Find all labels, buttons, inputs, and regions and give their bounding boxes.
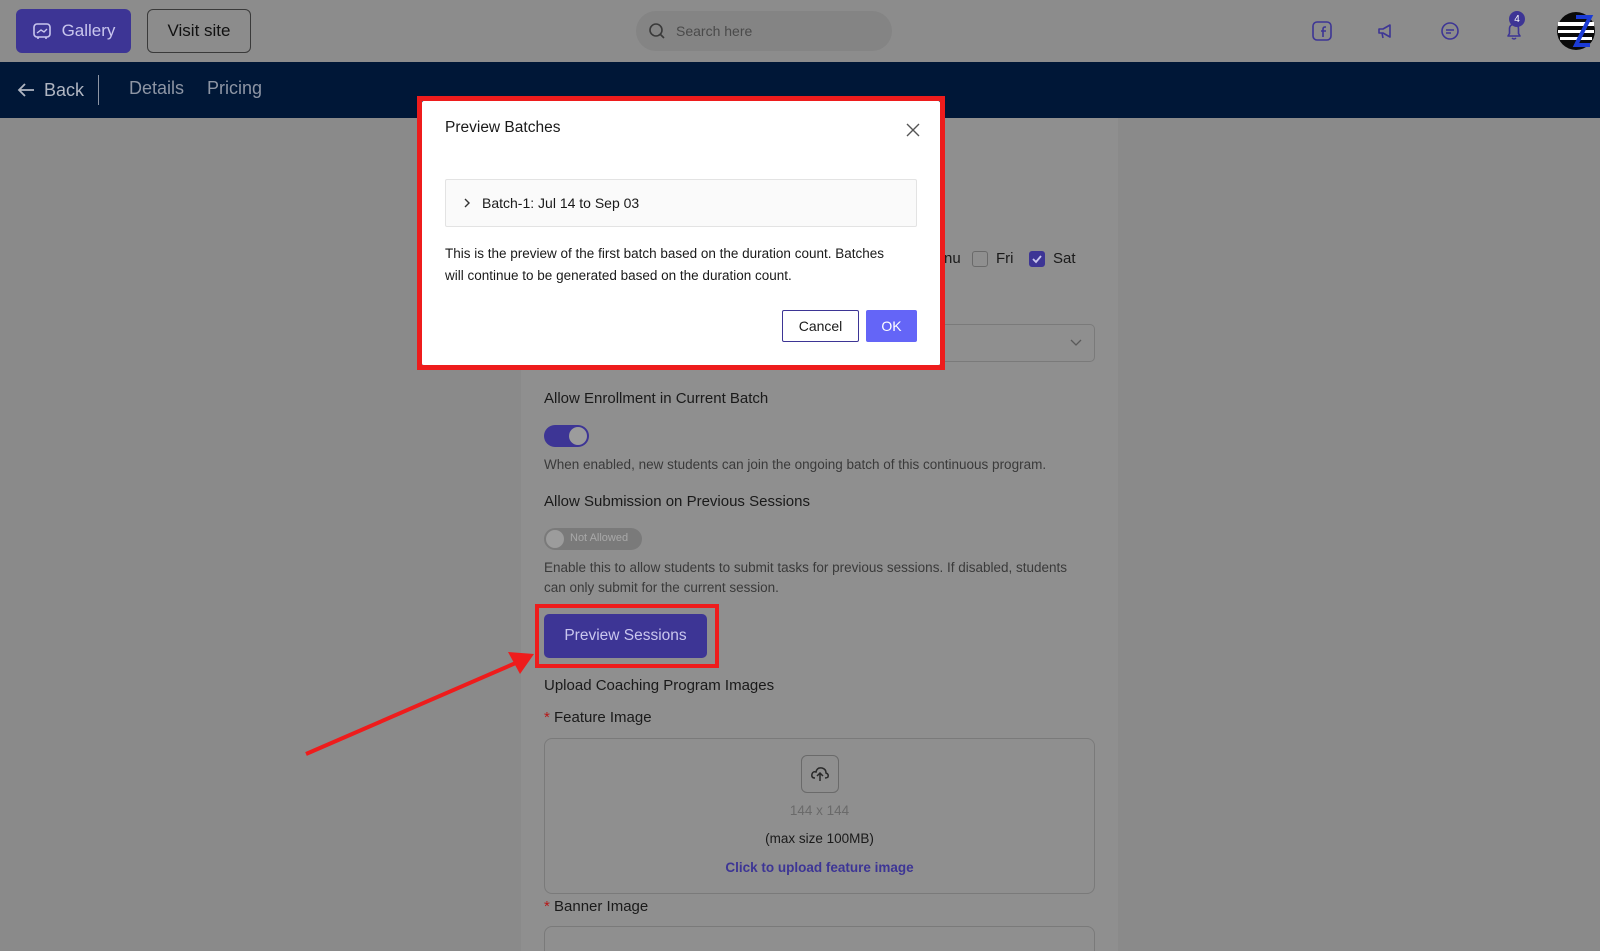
banner-image-label: * Banner Image <box>544 898 648 915</box>
notification-badge: 4 <box>1509 11 1525 27</box>
modal-title: Preview Batches <box>445 119 561 136</box>
batch-item[interactable]: Batch-1: Jul 14 to Sep 03 <box>445 179 917 227</box>
feature-max-text: (max size 100MB) <box>765 831 874 846</box>
search-icon <box>649 23 665 39</box>
modal-description: This is the preview of the first batch b… <box>445 243 917 287</box>
chat-icon[interactable] <box>1435 16 1465 46</box>
preview-batches-modal: Preview Batches Batch-1: Jul 14 to Sep 0… <box>422 101 940 365</box>
close-icon[interactable] <box>903 120 923 140</box>
chevron-down-icon <box>1070 339 1082 346</box>
allow-submission-hint-2: can only submit for the current session. <box>544 580 779 595</box>
day-sat[interactable]: Sat <box>1029 250 1076 267</box>
back-button[interactable]: Back <box>16 77 84 103</box>
megaphone-icon[interactable] <box>1371 16 1401 46</box>
chevron-right-icon <box>464 198 470 208</box>
day-label: Fri <box>996 250 1014 267</box>
search-placeholder: Search here <box>676 23 753 39</box>
cancel-button[interactable]: Cancel <box>782 310 859 342</box>
gallery-label: Gallery <box>61 21 116 40</box>
allow-enrollment-hint: When enabled, new students can join the … <box>544 457 1047 472</box>
allow-submission-hint: Enable this to allow students to submit … <box>544 560 1068 575</box>
banner-image-dropzone[interactable] <box>544 926 1095 951</box>
tab-pricing[interactable]: Pricing <box>207 78 262 99</box>
required-mark: * <box>544 898 550 915</box>
brand-logo[interactable] <box>1556 11 1596 51</box>
upload-heading: Upload Coaching Program Images <box>544 677 775 694</box>
allow-submission-toggle[interactable]: Not Allowed <box>544 528 642 550</box>
ok-button[interactable]: OK <box>866 310 917 342</box>
tab-details[interactable]: Details <box>129 78 184 99</box>
banner-image-text: Banner Image <box>554 898 649 915</box>
modal-text-line-1: This is the preview of the first batch b… <box>445 246 885 261</box>
nav-divider <box>98 75 99 105</box>
check-icon <box>1032 254 1042 263</box>
day-label: Sat <box>1053 250 1076 267</box>
toggle-knob <box>546 530 564 548</box>
checkbox[interactable] <box>972 250 988 267</box>
upload-feature-link[interactable]: Click to upload feature image <box>544 858 1095 878</box>
top-bar: Gallery Visit site Search here 4 <box>0 0 1600 62</box>
arrow-left-icon <box>17 83 34 97</box>
allow-submission-label: Allow Submission on Previous Sessions <box>544 493 810 510</box>
feature-size-text: 144 x 144 <box>789 803 850 818</box>
feature-image-label: * Feature Image <box>544 709 652 726</box>
search-input[interactable]: Search here <box>636 11 892 51</box>
facebook-icon[interactable] <box>1307 16 1337 46</box>
allow-enrollment-label: Allow Enrollment in Current Batch <box>544 390 769 407</box>
day-fri[interactable]: Fri <box>972 250 1014 267</box>
back-label: Back <box>44 79 85 100</box>
upload-cloud-icon[interactable] <box>801 755 839 793</box>
toggle-text: Not Allowed <box>570 532 629 544</box>
visit-site-button[interactable]: Visit site <box>147 9 251 53</box>
gallery-button[interactable]: Gallery <box>16 9 131 53</box>
required-mark: * <box>544 709 550 726</box>
batch-label: Batch-1: Jul 14 to Sep 03 <box>482 195 640 211</box>
batch-select[interactable] <box>944 324 1095 362</box>
day-label: nu <box>944 250 961 267</box>
annotation-arrow <box>305 652 534 756</box>
day-thu[interactable]: nu <box>944 250 961 267</box>
checkbox-checked[interactable] <box>1029 250 1045 267</box>
gallery-icon <box>32 23 51 39</box>
annotation-highlight-preview <box>535 604 719 668</box>
toggle-knob <box>569 427 587 445</box>
feature-image-text: Feature Image <box>554 709 652 726</box>
modal-text-line-2: will continue to be generated based on t… <box>445 268 792 283</box>
allow-enrollment-toggle[interactable] <box>544 425 589 447</box>
